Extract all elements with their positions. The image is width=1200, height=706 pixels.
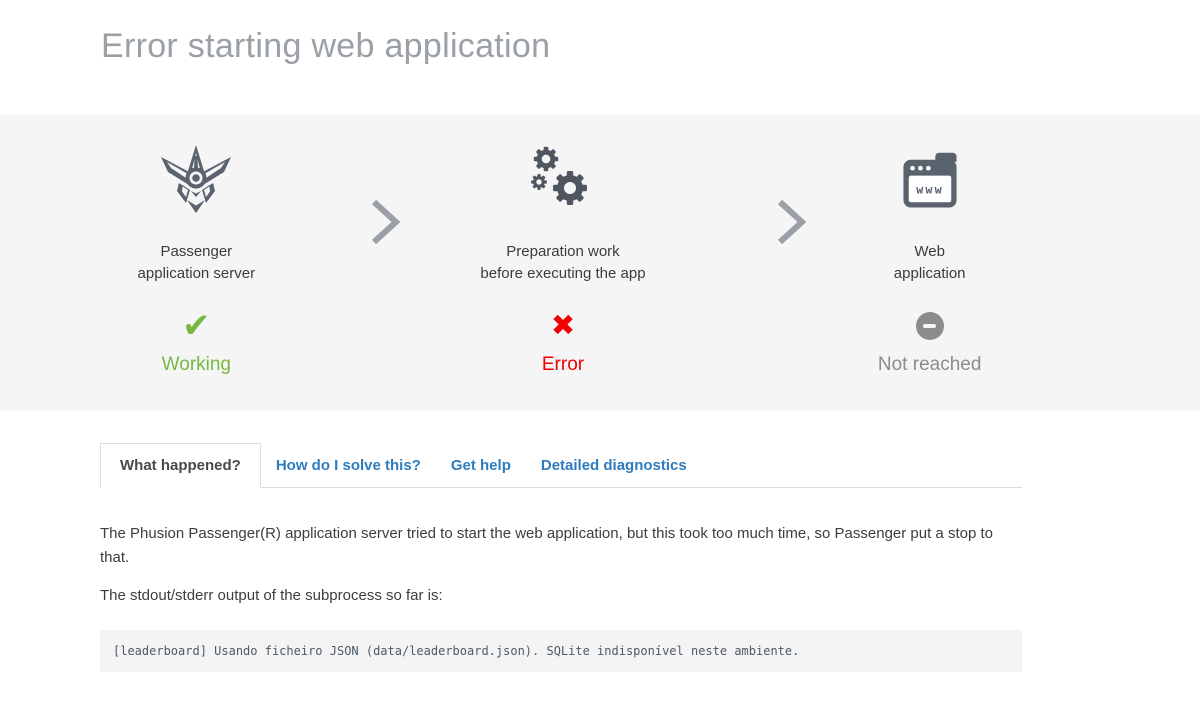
status-label-error: Error [542, 354, 584, 376]
step-label-line2: application [894, 263, 966, 285]
cross-glyph: ✖ [551, 312, 575, 341]
arrow-right-icon [370, 199, 400, 245]
step-label: Passenger application server [138, 241, 256, 285]
minus-icon [916, 309, 944, 343]
tab-content: The Phusion Passenger(R) application ser… [100, 522, 1022, 672]
step-passenger-server: Passenger application server ✔ Working [13, 115, 380, 411]
stdout-intro: The stdout/stderr output of the subproce… [100, 584, 1022, 608]
passenger-error-page: Error starting web application [0, 0, 1200, 672]
pipeline-steps: Passenger application server ✔ Working [13, 115, 1113, 411]
pipeline-band: Passenger application server ✔ Working [0, 115, 1200, 411]
error-description: The Phusion Passenger(R) application ser… [100, 522, 1022, 570]
arrow-right-icon [776, 199, 806, 245]
step-label-line1: Preparation work [480, 241, 645, 263]
tab-bar: What happened? How do I solve this? Get … [100, 443, 1022, 488]
tab-detailed-diagnostics[interactable]: Detailed diagnostics [526, 444, 702, 487]
step-label-line1: Web [894, 241, 966, 263]
check-glyph: ✔ [182, 309, 211, 343]
step-label: Preparation work before executing the ap… [480, 241, 645, 285]
status-label-not-reached: Not reached [878, 354, 982, 376]
tab-get-help[interactable]: Get help [436, 444, 526, 487]
minus-circle [916, 312, 944, 340]
step-label-line1: Passenger [138, 241, 256, 263]
step-label: Web application [894, 241, 966, 285]
status-label-working: Working [162, 354, 231, 376]
page-header: Error starting web application [0, 0, 1200, 115]
tab-how-do-i-solve-this[interactable]: How do I solve this? [261, 444, 436, 487]
minus-bar [923, 324, 936, 329]
tab-what-happened[interactable]: What happened? [100, 443, 261, 488]
step-label-line2: application server [138, 263, 256, 285]
page-title: Error starting web application [101, 27, 1200, 66]
step-web-application: www Web application Not reached [746, 115, 1113, 411]
step-preparation-work: Preparation work before executing the ap… [380, 115, 747, 411]
browser-www-text: www [916, 183, 943, 197]
step-label-line2: before executing the app [480, 263, 645, 285]
passenger-logo-icon [156, 139, 236, 225]
cross-icon: ✖ [551, 309, 575, 343]
check-icon: ✔ [182, 309, 211, 343]
gears-icon [523, 139, 603, 225]
browser-www-icon: www [896, 139, 964, 225]
log-output: [leaderboard] Usando ficheiro JSON (data… [100, 630, 1022, 672]
